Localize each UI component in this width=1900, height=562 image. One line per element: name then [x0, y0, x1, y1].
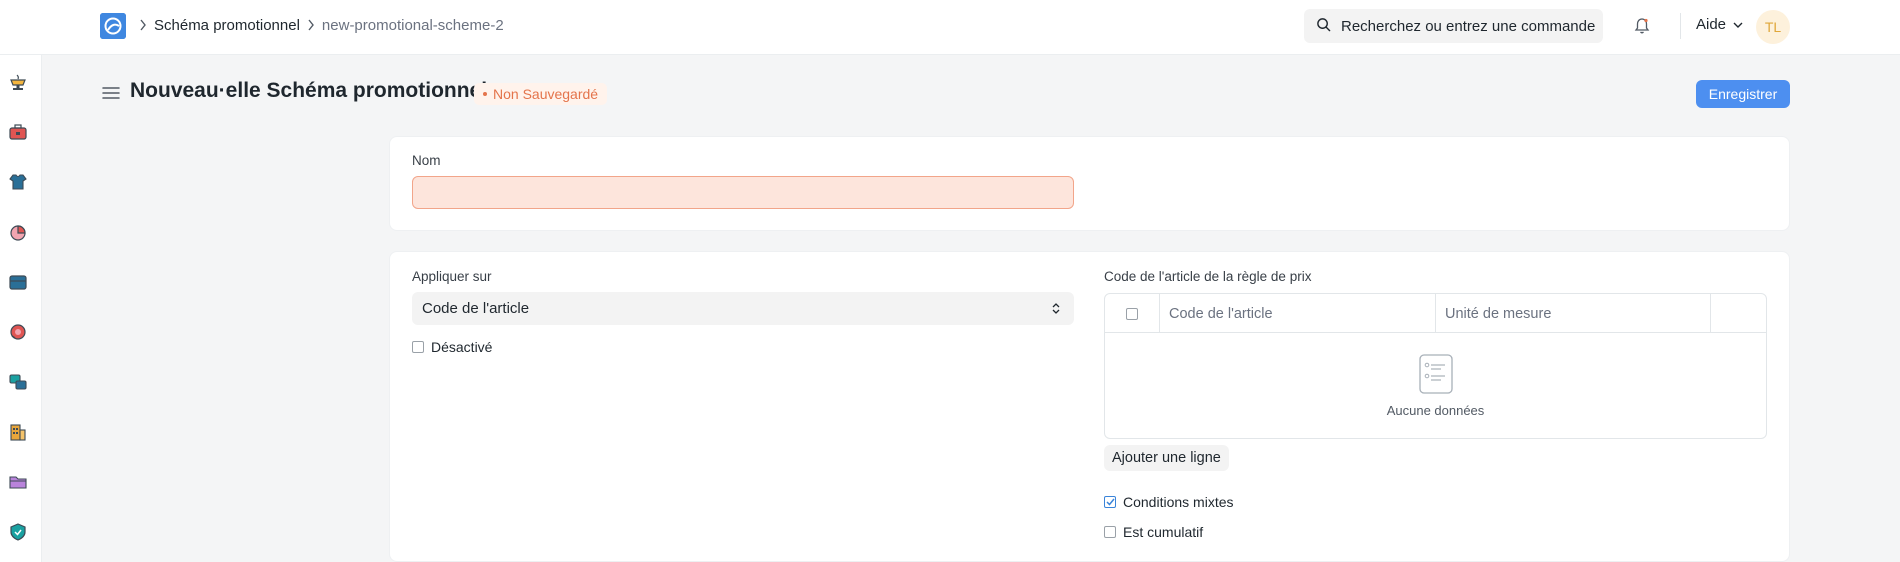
select-all-checkbox[interactable] [1126, 307, 1138, 320]
empty-list-icon [1419, 354, 1453, 394]
user-avatar[interactable]: TL [1756, 10, 1790, 44]
cup-icon[interactable] [8, 72, 28, 92]
app-logo[interactable] [100, 13, 126, 39]
select-arrows-icon [1052, 302, 1060, 315]
notification-bell-icon[interactable] [1634, 17, 1650, 35]
mixed-conditions-row[interactable]: Conditions mixtes [1104, 494, 1234, 510]
help-dropdown[interactable]: Aide [1696, 16, 1743, 33]
apply-on-value: Code de l'article [422, 300, 530, 317]
chevron-down-icon [1726, 16, 1743, 33]
checkmark-icon [1105, 498, 1115, 506]
search-bar[interactable]: Recherchez ou entrez une commande [1304, 9, 1603, 43]
column-header-uom: Unité de mesure [1436, 294, 1711, 333]
shirt-icon[interactable] [8, 172, 28, 192]
breadcrumb-doctype-link[interactable]: Schéma promotionnel [154, 17, 300, 34]
mixed-conditions-checkbox[interactable] [1104, 496, 1116, 508]
search-icon [1316, 17, 1331, 35]
search-placeholder: Recherchez ou entrez une commande [1341, 17, 1596, 35]
select-all-column [1105, 294, 1160, 333]
disabled-checkbox[interactable] [412, 341, 424, 353]
pie-chart-icon[interactable] [8, 222, 28, 242]
rule-table-label: Code de l'article de la règle de prix [1104, 269, 1312, 284]
status-dot-icon [483, 92, 487, 96]
navbar-divider [1680, 13, 1681, 39]
status-text: Non Sauvegardé [493, 86, 599, 102]
chevron-right-icon [138, 18, 148, 32]
chevron-right-icon [306, 18, 316, 32]
save-button[interactable]: Enregistrer [1696, 80, 1790, 108]
name-label: Nom [412, 153, 441, 168]
apply-on-label: Appliquer sur [412, 269, 492, 284]
empty-table-message: Aucune données [1386, 403, 1485, 418]
support-icon[interactable] [8, 322, 28, 342]
apply-on-select[interactable]: Code de l'article [412, 292, 1074, 325]
breadcrumb: Schéma promotionnel new-promotional-sche… [138, 15, 504, 35]
disabled-checkbox-row[interactable]: Désactivé [412, 339, 492, 355]
sidebar-rail [0, 55, 42, 562]
archive-box-icon[interactable] [8, 272, 28, 292]
cumulative-label: Est cumulatif [1123, 524, 1204, 540]
status-badge: Non Sauvegardé [474, 83, 608, 105]
page-title: Nouveau·elle Schéma promotionnel [130, 79, 488, 102]
cumulative-checkbox[interactable] [1104, 526, 1116, 538]
rule-items-table: Code de l'article Unité de mesure Aucune… [1104, 293, 1767, 439]
shield-icon[interactable] [8, 522, 28, 542]
hamburger-menu-icon[interactable] [102, 86, 120, 100]
name-input[interactable] [412, 176, 1074, 209]
cumulative-row[interactable]: Est cumulatif [1104, 524, 1203, 540]
disabled-label: Désactivé [431, 339, 493, 355]
add-row-button[interactable]: Ajouter une ligne [1104, 445, 1229, 471]
toolbox-icon[interactable] [8, 122, 28, 142]
help-label: Aide [1696, 16, 1727, 33]
folder-icon[interactable] [8, 472, 28, 492]
breadcrumb-current-doc[interactable]: new-promotional-scheme-2 [322, 17, 504, 34]
table-header: Code de l'article Unité de mesure [1105, 294, 1766, 333]
transfer-icon[interactable] [8, 372, 28, 392]
top-navbar: Schéma promotionnel new-promotional-sche… [0, 0, 1900, 55]
column-settings-header[interactable] [1711, 294, 1766, 333]
mixed-conditions-label: Conditions mixtes [1123, 494, 1234, 510]
building-icon[interactable] [8, 422, 28, 442]
column-header-item-code: Code de l'article [1160, 294, 1436, 333]
